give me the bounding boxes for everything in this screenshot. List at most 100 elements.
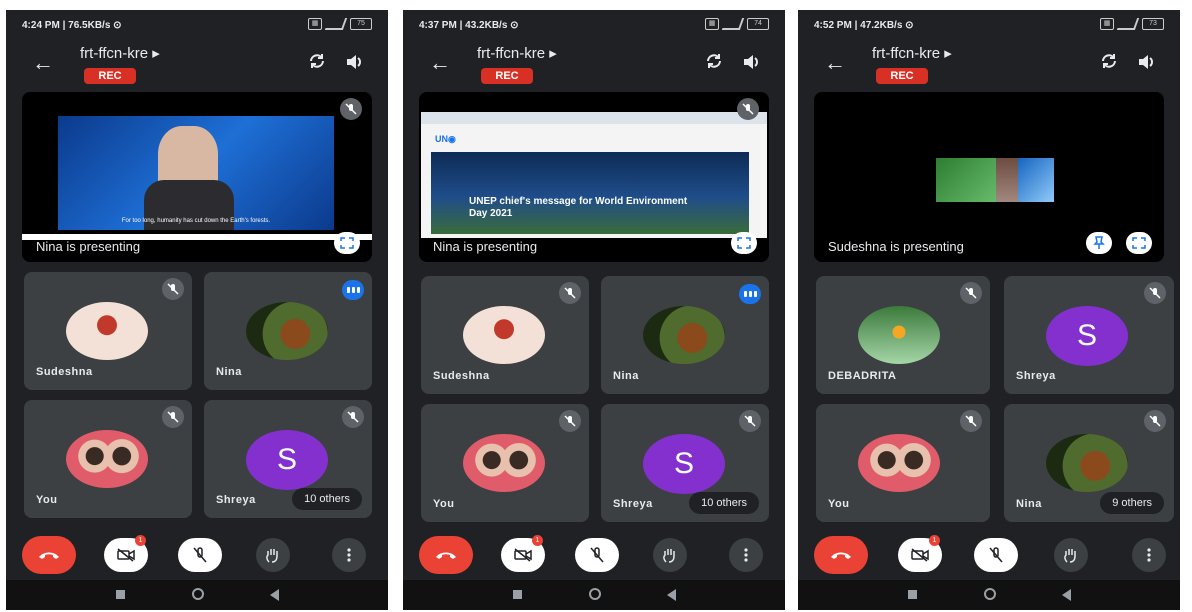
participant-name: Nina: [216, 366, 242, 378]
participant-tile[interactable]: S Shreya 10 others: [204, 400, 372, 518]
status-time: 4:52 PM | 47.2KB/s ⊙: [814, 20, 914, 31]
phone-hangup-icon[interactable]: [419, 536, 473, 574]
presentation-tile[interactable]: For too long, humanity has cut down the …: [22, 92, 372, 262]
mic-off-icon[interactable]: [575, 538, 619, 572]
avatar: [463, 434, 545, 492]
mic-off-icon: [737, 98, 759, 120]
camera-switch-icon[interactable]: [308, 52, 326, 70]
camera-switch-icon[interactable]: [1100, 52, 1118, 70]
others-count-button[interactable]: 10 others: [292, 488, 362, 510]
shared-slide: [936, 158, 1054, 202]
camera-switch-icon[interactable]: [705, 52, 723, 70]
video-frame: For too long, humanity has cut down the …: [58, 116, 334, 230]
raise-hand-icon[interactable]: [653, 538, 687, 572]
avatar: [246, 302, 328, 360]
participant-tile[interactable]: You: [816, 404, 990, 522]
shared-webpage: UN◉ UNEP chief's message for World Envir…: [421, 112, 767, 238]
arrow-left-icon[interactable]: ←: [32, 50, 54, 76]
fullscreen-icon[interactable]: [1126, 232, 1152, 254]
participant-tile[interactable]: You: [421, 404, 589, 522]
participant-name: Shreya: [1016, 370, 1056, 382]
mic-off-icon: [739, 410, 761, 432]
participant-tile[interactable]: S Shreya 10 others: [601, 404, 769, 522]
avatar: [858, 306, 940, 364]
participant-tile[interactable]: DEBADRITA: [816, 276, 990, 394]
raise-hand-icon[interactable]: [1054, 538, 1088, 572]
system-nav-bar: [798, 580, 1180, 610]
meeting-title[interactable]: frt-ffcn-kre ▸: [477, 44, 557, 62]
unep-logo: UN◉: [435, 134, 456, 144]
participant-name: Sudeshna: [433, 370, 490, 382]
raise-hand-icon[interactable]: [256, 538, 290, 572]
signal-icon: [324, 18, 348, 30]
presentation-tile[interactable]: UN◉ UNEP chief's message for World Envir…: [419, 92, 769, 262]
back-nav-icon[interactable]: [667, 589, 676, 601]
home-nav-icon[interactable]: [589, 588, 601, 600]
others-count-button[interactable]: 10 others: [689, 492, 759, 514]
participant-tile[interactable]: Sudeshna: [421, 276, 589, 394]
presenting-label: Sudeshna is presenting: [828, 239, 964, 254]
home-nav-icon[interactable]: [192, 588, 204, 600]
camera-off-icon[interactable]: 1: [501, 535, 545, 572]
avatar: [463, 306, 545, 364]
participant-tile[interactable]: You: [24, 400, 192, 518]
arrow-left-icon[interactable]: ←: [824, 50, 846, 76]
avatar: [1046, 434, 1128, 492]
phone-hangup-icon[interactable]: [22, 536, 76, 574]
sim-icon: ▦: [308, 18, 322, 30]
participant-tile[interactable]: Nina: [204, 272, 372, 390]
status-time: 4:24 PM | 76.5KB/s ⊙: [22, 20, 122, 31]
participant-tile[interactable]: Sudeshna: [24, 272, 192, 390]
presenting-label: Nina is presenting: [36, 239, 141, 254]
back-nav-icon[interactable]: [1062, 589, 1071, 601]
others-count-button[interactable]: 9 others: [1100, 492, 1164, 514]
speaker-icon[interactable]: [741, 52, 761, 72]
recents-nav-icon[interactable]: [513, 590, 522, 599]
signal-icon: [1116, 18, 1140, 30]
recents-nav-icon[interactable]: [908, 590, 917, 599]
mic-off-icon[interactable]: [178, 538, 222, 572]
mic-off-icon: [559, 282, 581, 304]
presentation-tile[interactable]: Sudeshna is presenting: [814, 92, 1164, 262]
mic-off-icon[interactable]: [974, 538, 1018, 572]
home-nav-icon[interactable]: [984, 588, 996, 600]
participant-tile[interactable]: Nina: [601, 276, 769, 394]
mic-off-icon: [340, 98, 362, 120]
slide-banner: UNEP chief's message for World Environme…: [431, 152, 749, 234]
phone-hangup-icon[interactable]: [814, 536, 868, 574]
back-nav-icon[interactable]: [270, 589, 279, 601]
recents-nav-icon[interactable]: [116, 590, 125, 599]
participant-tile[interactable]: Nina 9 others: [1004, 404, 1174, 522]
participant-name: Nina: [1016, 498, 1042, 510]
sim-icon: ▦: [1100, 18, 1114, 30]
mic-off-icon: [162, 406, 184, 428]
arrow-left-icon[interactable]: ←: [429, 50, 451, 76]
mic-off-icon: [342, 406, 364, 428]
notification-badge: 1: [532, 535, 543, 546]
status-time: 4:37 PM | 43.2KB/s ⊙: [419, 20, 519, 31]
participant-name: You: [36, 494, 58, 506]
meeting-title[interactable]: frt-ffcn-kre ▸: [872, 44, 952, 62]
presenting-label: Nina is presenting: [433, 239, 538, 254]
system-nav-bar: [403, 580, 785, 610]
rec-badge: REC: [876, 68, 928, 84]
battery-icon: 74: [747, 18, 769, 30]
meeting-title[interactable]: frt-ffcn-kre ▸: [80, 44, 160, 62]
participant-tile[interactable]: S Shreya: [1004, 276, 1174, 394]
speaker-icon[interactable]: [344, 52, 364, 72]
speaker-icon[interactable]: [1136, 52, 1156, 72]
mic-off-icon: [559, 410, 581, 432]
fullscreen-icon[interactable]: [731, 232, 757, 254]
participant-name: You: [433, 498, 455, 510]
pin-icon[interactable]: [1086, 232, 1112, 254]
fullscreen-icon[interactable]: [334, 232, 360, 254]
participant-name: DEBADRITA: [828, 370, 897, 382]
more-vert-icon[interactable]: [332, 538, 366, 572]
rec-badge: REC: [481, 68, 533, 84]
more-vert-icon[interactable]: [1132, 538, 1166, 572]
more-vert-icon[interactable]: [729, 538, 763, 572]
camera-off-icon[interactable]: 1: [104, 535, 148, 572]
camera-off-icon[interactable]: 1: [898, 535, 942, 572]
slide-image-left: [936, 158, 996, 202]
browser-tabbar: [421, 112, 767, 124]
